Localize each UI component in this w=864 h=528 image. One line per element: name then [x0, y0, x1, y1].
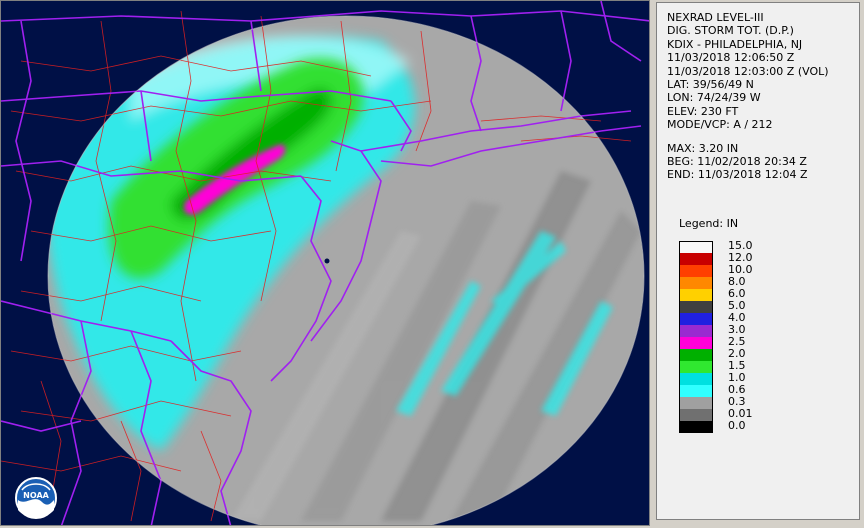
legend-swatch	[679, 361, 713, 373]
legend-swatch	[679, 409, 713, 421]
precipitation-layer	[48, 16, 644, 525]
info-line-mode: MODE/VCP: A / 212	[667, 118, 773, 132]
legend-swatch	[679, 265, 713, 277]
product-info: NEXRAD LEVEL-III DIG. STORM TOT. (D.P.) …	[667, 11, 829, 182]
legend-swatch	[679, 349, 713, 361]
legend-swatch	[679, 325, 713, 337]
info-panel: NEXRAD LEVEL-III DIG. STORM TOT. (D.P.) …	[656, 2, 860, 520]
radar-map[interactable]: NOAA	[0, 0, 650, 526]
legend-title: Legend: IN	[679, 217, 739, 230]
info-line-end: END: 11/03/2018 12:04 Z	[667, 168, 808, 182]
legend-swatch	[679, 241, 713, 253]
info-line-lat: LAT: 39/56/49 N	[667, 77, 754, 91]
legend-swatch	[679, 289, 713, 301]
info-line-type: DIG. STORM TOT. (D.P.)	[667, 24, 794, 38]
legend-swatch	[679, 301, 713, 313]
noaa-logo-text: NOAA	[23, 491, 49, 500]
info-line-gen-time: 11/03/2018 12:06:50 Z	[667, 51, 795, 65]
legend-swatch	[679, 421, 713, 433]
legend-swatch	[679, 277, 713, 289]
info-line-max: MAX: 3.20 IN	[667, 141, 739, 155]
legend-swatch	[679, 397, 713, 409]
info-line-vol-time: 11/03/2018 12:03:00 Z (VOL)	[667, 64, 829, 78]
info-line-begin: BEG: 11/02/2018 20:34 Z	[667, 154, 807, 168]
info-line-lon: LON: 74/24/39 W	[667, 91, 761, 105]
info-line-elev: ELEV: 230 FT	[667, 104, 739, 118]
legend-swatch	[679, 373, 713, 385]
legend-swatch	[679, 313, 713, 325]
legend-label: 0.0	[728, 419, 746, 432]
legend-swatch	[679, 385, 713, 397]
legend-swatch	[679, 337, 713, 349]
radar-map-svg	[1, 1, 649, 525]
legend-swatch	[679, 253, 713, 265]
info-line-station: KDIX - PHILADELPHIA, NJ	[667, 37, 803, 51]
noaa-logo: NOAA	[14, 476, 58, 520]
info-line-product: NEXRAD LEVEL-III	[667, 11, 764, 24]
